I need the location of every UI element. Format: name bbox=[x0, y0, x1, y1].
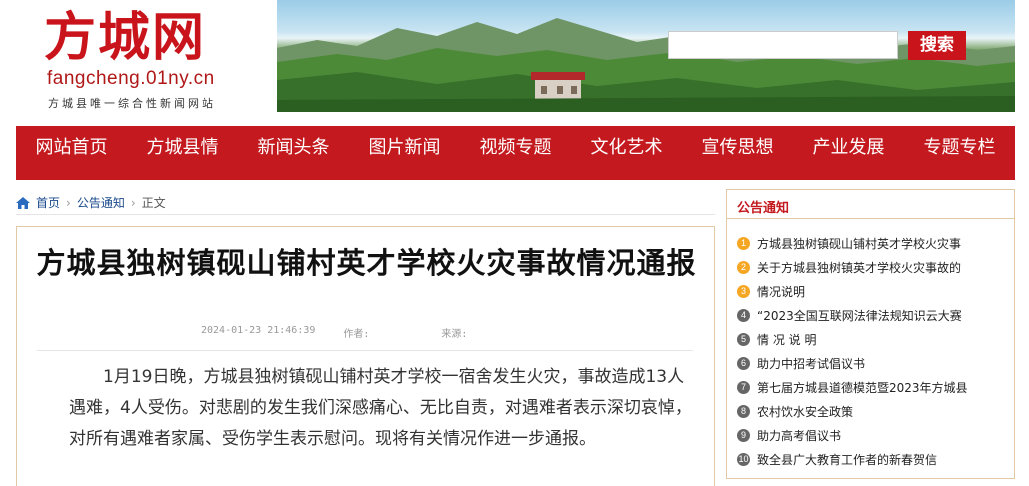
list-item-link[interactable]: 助力中招考试倡议书 bbox=[757, 355, 865, 372]
sidebar-title[interactable]: 公告通知 bbox=[737, 197, 789, 216]
list-item[interactable]: 5 情 况 说 明 bbox=[737, 327, 1007, 351]
rank-badge: 7 bbox=[737, 380, 750, 394]
breadcrumb-separator-icon: › bbox=[66, 195, 71, 210]
rank-badge: 5 bbox=[737, 332, 750, 346]
main-nav: 网站首页 方城县情 新闻头条 图片新闻 视频专题 文化艺术 宣传思想 产业发展 … bbox=[16, 126, 1015, 180]
search-button[interactable]: 搜索 bbox=[908, 31, 966, 60]
nav-special-topics[interactable]: 专题专栏 bbox=[904, 126, 1015, 180]
breadcrumb-home[interactable]: 首页 bbox=[36, 194, 60, 211]
article-meta-divider bbox=[37, 350, 693, 351]
article-title: 方城县独树镇砚山铺村英才学校火灾事故情况通报 bbox=[36, 246, 697, 280]
sidebar-header: 公告通知 bbox=[727, 190, 1014, 219]
list-item[interactable]: 7 第七届方城县道德模范暨2023年方城县 bbox=[737, 375, 1007, 399]
list-item[interactable]: 10 致全县广大教育工作者的新春贺信 bbox=[737, 447, 1007, 471]
nav-county-info[interactable]: 方城县情 bbox=[127, 126, 238, 180]
list-item-link[interactable]: 第七届方城县道德模范暨2023年方城县 bbox=[757, 379, 968, 396]
nav-video[interactable]: 视频专题 bbox=[460, 126, 571, 180]
notice-list: 1 方城县独树镇砚山铺村英才学校火灾事 2 关于方城县独树镇英才学校火灾事故的 3情… bbox=[737, 231, 1007, 471]
nav-headlines[interactable]: 新闻头条 bbox=[238, 126, 349, 180]
list-item-link[interactable]: 情况说明 bbox=[757, 283, 805, 300]
article-author-label: 作者: bbox=[343, 329, 370, 340]
list-item-link[interactable]: 助力高考倡议书 bbox=[757, 427, 841, 444]
breadcrumb-divider bbox=[16, 214, 715, 215]
search-input[interactable] bbox=[668, 31, 898, 59]
nav-photo-news[interactable]: 图片新闻 bbox=[349, 126, 460, 180]
list-item[interactable]: 9 助力高考倡议书 bbox=[737, 423, 1007, 447]
list-item[interactable]: 4 “2023全国互联网法律法规知识云大赛 bbox=[737, 303, 1007, 327]
list-item-link[interactable]: 方城县独树镇砚山铺村英才学校火灾事 bbox=[757, 235, 961, 252]
article-date: 2024-01-23 21:46:39 bbox=[201, 325, 316, 336]
article-body: 1月19日晚，方城县独树镇砚山铺村英才学校一宿舍发生火灾，事故造成13人遇难，4… bbox=[69, 367, 692, 449]
breadcrumb-current: 正文 bbox=[141, 196, 166, 210]
article-source-label: 来源: bbox=[441, 329, 468, 340]
rank-badge: 1 bbox=[737, 236, 750, 250]
rank-badge: 8 bbox=[737, 404, 750, 418]
home-icon bbox=[16, 196, 30, 209]
list-item-link[interactable]: “2023全国互联网法律法规知识云大赛 bbox=[757, 307, 962, 324]
list-item-link[interactable]: 农村饮水安全政策 bbox=[757, 403, 853, 420]
rank-badge: 10 bbox=[737, 452, 750, 466]
rank-badge: 9 bbox=[737, 428, 750, 442]
nav-publicity[interactable]: 宣传思想 bbox=[682, 126, 793, 180]
list-item[interactable]: 1 方城县独树镇砚山铺村英才学校火灾事 bbox=[737, 231, 1007, 255]
logo-chinese-text: 方城网 bbox=[44, 7, 207, 68]
article-meta: 2024-01-23 21:46:39 作者: 来源: bbox=[201, 325, 467, 340]
article-panel: 方城县独树镇砚山铺村英才学校火灾事故情况通报 2024-01-23 21:46:… bbox=[16, 226, 715, 486]
site-logo[interactable]: 方城网 fangcheng.01ny.cn 方城县唯一综合性新闻网站 bbox=[0, 0, 276, 112]
rank-badge: 6 bbox=[737, 356, 750, 370]
list-item[interactable]: 6 助力中招考试倡议书 bbox=[737, 351, 1007, 375]
list-item[interactable]: 2 关于方城县独树镇英才学校火灾事故的 bbox=[737, 255, 1007, 279]
breadcrumb-separator-icon: › bbox=[130, 195, 136, 210]
nav-industry[interactable]: 产业发展 bbox=[793, 126, 904, 180]
notice-sidebar: 公告通知 1 方城县独树镇砚山铺村英才学校火灾事 2 关于方城县独树镇英才学校火灾事… bbox=[726, 189, 1015, 479]
list-item-link[interactable]: 关于方城县独树镇英才学校火灾事故的 bbox=[757, 259, 961, 276]
site-slogan: 方城县唯一综合性新闻网站 bbox=[48, 97, 216, 110]
breadcrumb-category[interactable]: 公告通知 bbox=[77, 194, 125, 211]
logo-url-text: fangcheng.01ny.cn bbox=[47, 68, 215, 89]
breadcrumb: 首页 › 公告通知 › 正文 bbox=[16, 194, 166, 211]
rank-badge: 3 bbox=[737, 284, 750, 298]
list-item-link[interactable]: 致全县广大教育工作者的新春贺信 bbox=[757, 451, 937, 468]
list-item-link[interactable]: 情 况 说 明 bbox=[757, 331, 816, 348]
nav-home[interactable]: 网站首页 bbox=[16, 126, 127, 180]
nav-culture-art[interactable]: 文化艺术 bbox=[571, 126, 682, 180]
header-banner-image bbox=[277, 0, 1015, 112]
rank-badge: 4 bbox=[737, 308, 750, 322]
list-item[interactable]: 3 情况说明 bbox=[737, 279, 1007, 303]
rank-badge: 2 bbox=[737, 260, 750, 274]
list-item[interactable]: 8 农村饮水安全政策 bbox=[737, 399, 1007, 423]
